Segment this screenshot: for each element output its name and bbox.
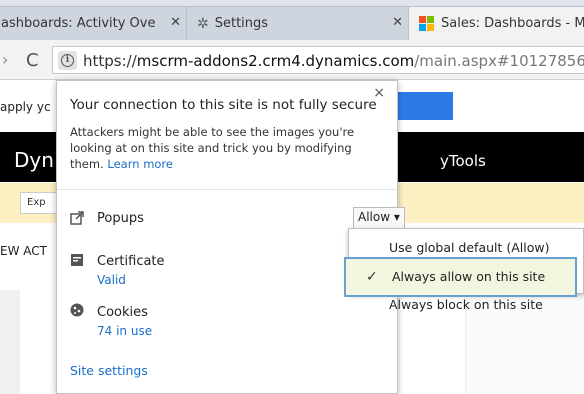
external-link-icon xyxy=(70,211,84,225)
tab-label: Sales: Dashboards - M xyxy=(441,16,584,31)
microsoft-logo-icon xyxy=(419,16,434,31)
url-scheme: https:// xyxy=(83,52,137,70)
popup-divider xyxy=(57,189,397,190)
menu-item-global-default[interactable]: Use global default (Allow) xyxy=(389,240,550,255)
cookies-in-use-link[interactable]: 74 in use xyxy=(97,324,152,338)
certificate-icon xyxy=(70,253,84,267)
menu-item-label: Always allow on this site xyxy=(392,269,546,284)
checkmark-icon: ✓ xyxy=(366,269,378,285)
address-bar[interactable]: i https://mscrm-addons2.crm4.dynamics.co… xyxy=(52,46,584,74)
popups-permission-select[interactable]: Allow ▾ xyxy=(353,207,405,229)
tab-sales-dashboards[interactable]: Sales: Dashboards - M xyxy=(408,6,584,40)
close-tab-icon[interactable]: ✕ xyxy=(392,15,403,30)
url-host: mscrm-addons2.crm4.dynamics.com xyxy=(136,52,415,70)
site-info-popup: × Your connection to this site is not fu… xyxy=(56,80,405,394)
tab-label: Settings xyxy=(214,16,269,31)
popup-description: Attackers might be able to see the image… xyxy=(70,124,380,172)
site-settings-link[interactable]: Site settings xyxy=(70,363,148,378)
site-info-button[interactable]: i xyxy=(58,51,77,70)
tools-label[interactable]: yTools xyxy=(440,152,486,170)
info-icon: i xyxy=(61,54,74,67)
tab-label: ashboards: Activity Ove xyxy=(1,16,156,31)
menu-item-always-block[interactable]: Always block on this site xyxy=(389,297,543,312)
back-arrow-icon[interactable]: › xyxy=(2,50,8,69)
tab-strip: ashboards: Activity Ove ✕ ✲ Settings ✕ S… xyxy=(0,0,584,40)
browser-window: ashboards: Activity Ove ✕ ✲ Settings ✕ S… xyxy=(0,0,584,394)
close-tab-icon[interactable]: ✕ xyxy=(170,15,181,30)
learn-more-link[interactable]: Learn more xyxy=(107,157,173,171)
cookies-label: Cookies xyxy=(97,305,148,320)
tab-activity-overview[interactable]: ashboards: Activity Ove ✕ xyxy=(0,6,190,40)
reload-icon[interactable]: C xyxy=(26,50,39,71)
url-text[interactable]: https://mscrm-addons2.crm4.dynamics.com/… xyxy=(83,52,584,70)
apply-text: apply yc xyxy=(0,100,51,114)
certificate-label: Certificate xyxy=(97,254,165,269)
certificate-valid-link[interactable]: Valid xyxy=(97,273,126,287)
gear-icon: ✲ xyxy=(197,15,209,32)
popups-label: Popups xyxy=(97,211,144,226)
tab-settings[interactable]: ✲ Settings ✕ xyxy=(186,6,412,40)
new-activity-label[interactable]: EW ACT xyxy=(0,244,47,258)
url-path: /main.aspx#101278561 xyxy=(414,52,584,70)
popup-title: Your connection to this site is not full… xyxy=(70,97,377,113)
address-toolbar: › C i https://mscrm-addons2.crm4.dynamic… xyxy=(0,40,584,80)
cookie-icon xyxy=(70,303,84,317)
menu-item-always-allow[interactable]: ✓ Always allow on this site xyxy=(344,257,577,297)
dynamics-title: Dyn xyxy=(14,148,54,172)
left-panel xyxy=(0,290,20,394)
